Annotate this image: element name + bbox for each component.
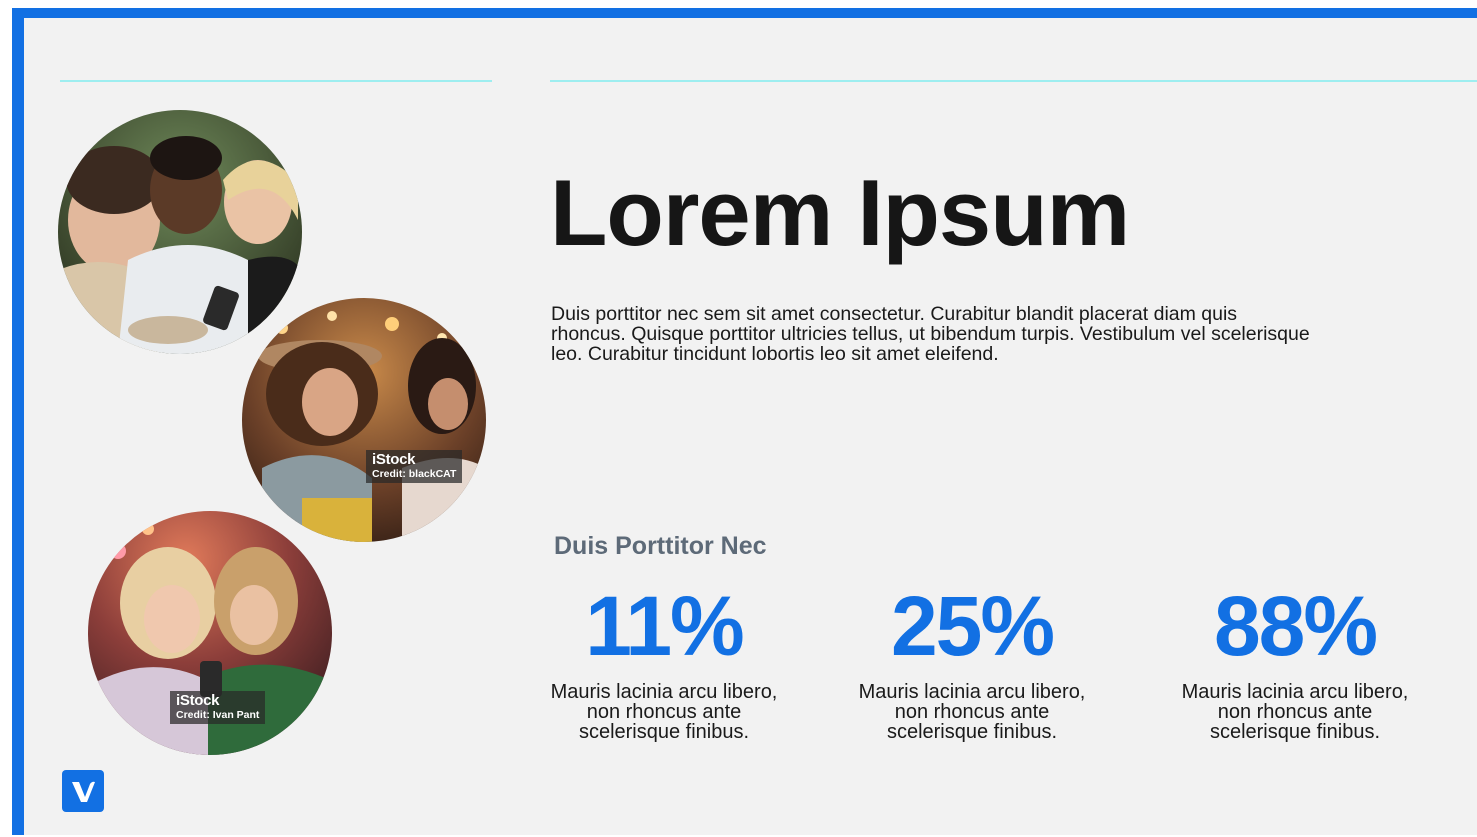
istock-watermark: iStock Credit: blackCAT bbox=[366, 450, 463, 483]
istock-watermark: iStock Credit: Ivan Pant bbox=[170, 691, 266, 724]
stat-value: 88% bbox=[1213, 579, 1378, 673]
stat-description: Mauris lacinia arcu libero, non rhoncus … bbox=[550, 681, 778, 743]
stat-card: 11% Mauris lacinia arcu libero, non rhon… bbox=[534, 584, 794, 742]
watermark-credit: Credit: Ivan Pant bbox=[176, 709, 260, 721]
stat-description: Mauris lacinia arcu libero, non rhoncus … bbox=[858, 681, 1086, 743]
stat-value: 25% bbox=[890, 579, 1055, 673]
stat-card: 88% Mauris lacinia arcu libero, non rhon… bbox=[1165, 584, 1425, 742]
slide: iStock Credit: blackCAT iStock Credit: I… bbox=[12, 8, 1477, 835]
divider-right bbox=[550, 80, 1477, 82]
photo-two-young-women: iStock Credit: Ivan Pant bbox=[88, 511, 332, 755]
watermark-brand: iStock bbox=[176, 692, 220, 709]
page-title: Lorem Ipsum bbox=[550, 160, 1130, 265]
photo-three-women bbox=[58, 110, 302, 354]
stat-description: Mauris lacinia arcu libero, non rhoncus … bbox=[1181, 681, 1409, 743]
watermark-credit: Credit: blackCAT bbox=[372, 468, 457, 480]
photo-carnival-women: iStock Credit: blackCAT bbox=[242, 298, 486, 542]
watermark-brand: iStock bbox=[372, 451, 416, 468]
divider-left bbox=[60, 80, 492, 82]
body-paragraph: Duis porttitor nec sem sit amet consecte… bbox=[551, 303, 1310, 365]
stat-card: 25% Mauris lacinia arcu libero, non rhon… bbox=[842, 584, 1102, 742]
stat-value: 11% bbox=[585, 579, 745, 673]
stats-heading: Duis Porttitor Nec bbox=[554, 532, 767, 560]
vev-logo-icon[interactable] bbox=[62, 770, 104, 812]
